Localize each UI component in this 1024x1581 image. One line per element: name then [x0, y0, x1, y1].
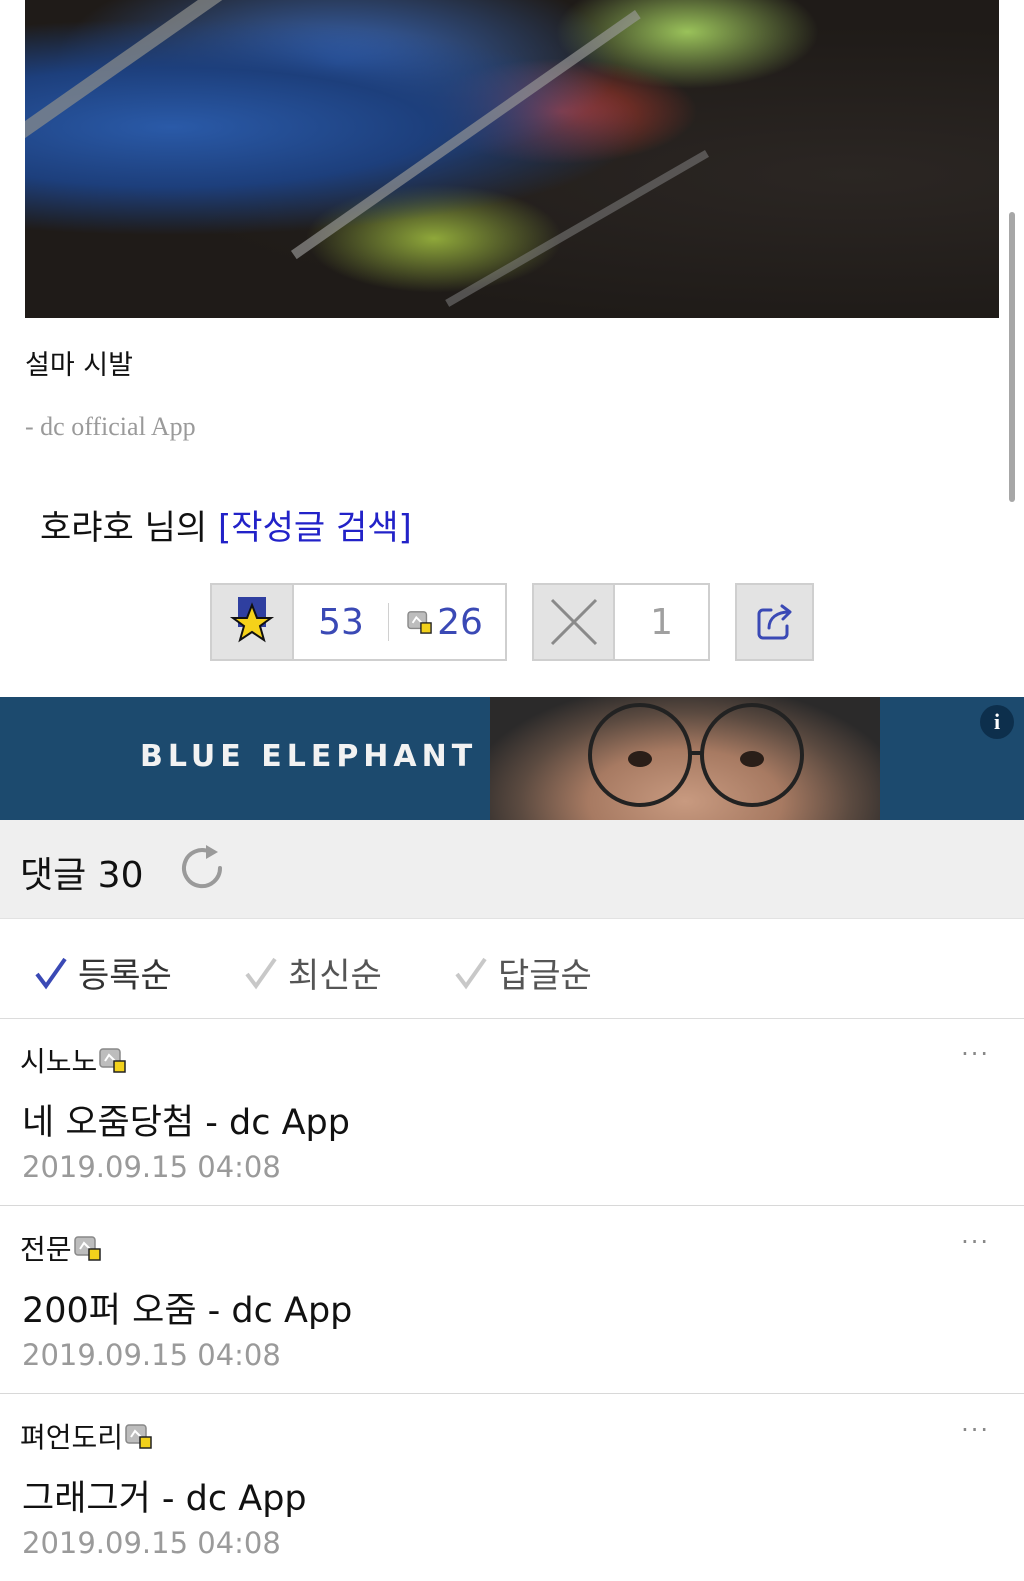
check-icon: [245, 957, 277, 989]
comment-nick[interactable]: 전문: [20, 1228, 102, 1268]
comment-item: 펴언도리 그래그거 - dc App 2019.09.15 04:08 ···: [0, 1394, 1024, 1581]
post-signature: - dc official App: [25, 412, 196, 441]
x-icon: [534, 585, 616, 659]
gallery-badge-icon: [125, 1424, 152, 1449]
sort-latest-label: 최신순: [288, 956, 382, 996]
fixed-recommend: 26: [389, 585, 499, 659]
comment-nick-label: 전문: [20, 1233, 72, 1266]
author-posts-search-link[interactable]: [작성글 검색]: [218, 508, 412, 548]
share-button[interactable]: [735, 583, 814, 661]
comment-body: 200퍼 오줌 - dc App: [22, 1291, 353, 1331]
not-recommend-count: 1: [650, 601, 673, 643]
comment-body: 네 오줌당첨 - dc App: [22, 1103, 350, 1143]
sort-latest[interactable]: 최신순: [244, 948, 382, 997]
comment-item: 전문 200퍼 오줌 - dc App 2019.09.15 04:08 ···: [0, 1206, 1024, 1394]
banner-brand: BLUE ELEPHANT: [140, 739, 478, 774]
comment-item: 시노노 네 오줌당첨 - dc App 2019.09.15 04:08 ···: [0, 1018, 1024, 1206]
share-icon: [757, 604, 791, 640]
refresh-icon[interactable]: [176, 842, 228, 898]
comment-body: 그래그거 - dc App: [22, 1479, 307, 1519]
info-icon[interactable]: i: [980, 705, 1014, 739]
more-icon[interactable]: ···: [961, 1228, 990, 1256]
comment-date: 2019.09.15 04:08: [22, 1526, 281, 1560]
sort-replies[interactable]: 답글순: [454, 948, 592, 997]
check-icon: [455, 957, 487, 989]
sort-registered-label: 등록순: [78, 956, 172, 996]
author-nick: 호랴호: [40, 508, 134, 548]
comment-nick[interactable]: 펴언도리: [20, 1416, 153, 1456]
gallery-badge-icon: [407, 611, 432, 634]
star-icon: [212, 585, 294, 659]
author-line: 호랴호 님의 [작성글 검색]: [40, 500, 412, 549]
comment-sort-bar: 등록순 최신순 답글순: [0, 918, 1024, 1019]
author-suffix: 님의: [133, 508, 219, 548]
post-photo[interactable]: [25, 0, 999, 318]
comments-header: 댓글 30: [0, 820, 1024, 919]
comment-nick-label: 시노노: [20, 1045, 98, 1078]
gallery-badge-icon: [73, 1236, 101, 1261]
recommend-count: 53: [318, 601, 364, 643]
comment-date: 2019.09.15 04:08: [22, 1150, 281, 1184]
recommend-button[interactable]: 53 26: [210, 583, 507, 661]
sort-registered[interactable]: 등록순: [34, 948, 172, 997]
comment-date: 2019.09.15 04:08: [22, 1338, 281, 1372]
sort-replies-label: 답글순: [498, 956, 592, 996]
banner-image: [490, 697, 880, 820]
gallery-badge-icon: [99, 1048, 127, 1073]
scrollbar[interactable]: [1009, 212, 1015, 502]
comment-nick[interactable]: 시노노: [20, 1040, 127, 1080]
comment-nick-label: 펴언도리: [20, 1421, 124, 1454]
fixed-recommend-count: 26: [437, 601, 483, 643]
more-icon[interactable]: ···: [961, 1040, 990, 1068]
banner-ad[interactable]: BLUE ELEPHANT i: [0, 697, 1024, 820]
comments-title: 댓글 30: [20, 855, 144, 896]
post-body-text: 설마 시발: [25, 350, 133, 381]
not-recommend-button[interactable]: 1: [532, 583, 710, 661]
check-icon: [35, 957, 67, 989]
more-icon[interactable]: ···: [961, 1416, 990, 1444]
